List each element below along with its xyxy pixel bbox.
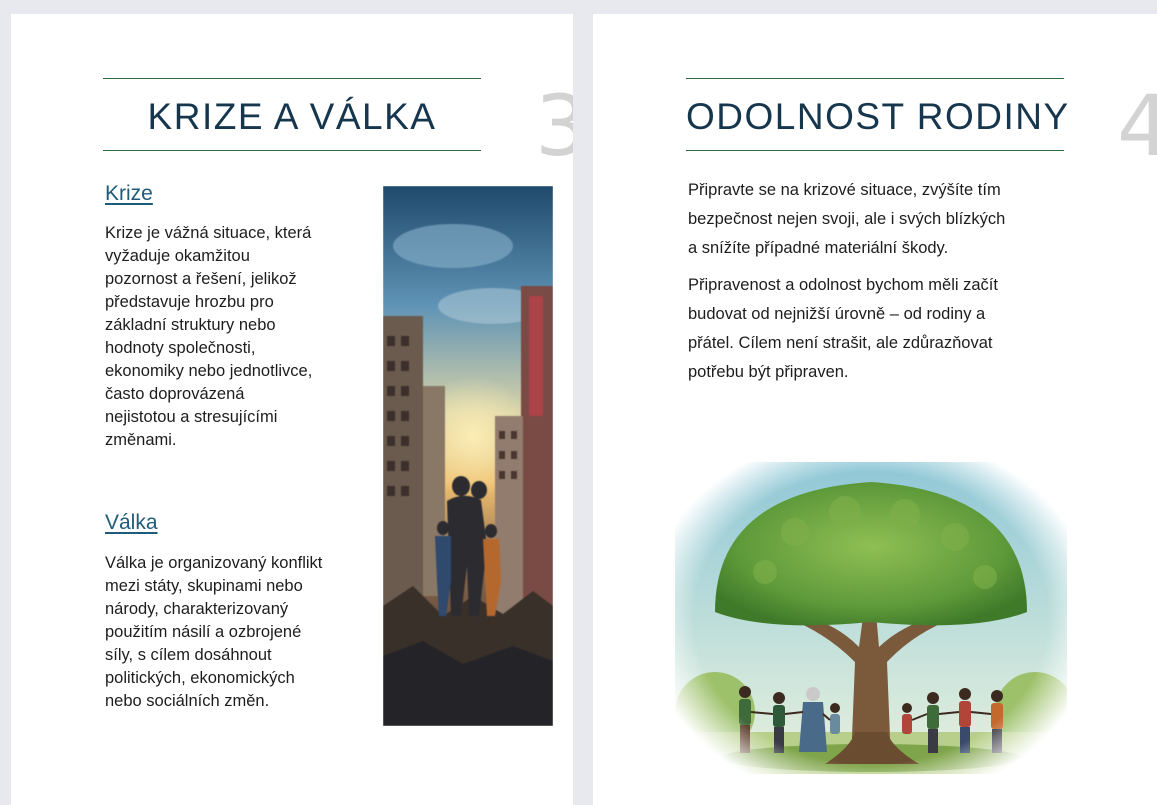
section-body-krize: Krize je vážná situace, která vyžaduje o… bbox=[105, 222, 375, 452]
page-title: ODOLNOST RODINY bbox=[686, 96, 1070, 137]
text-line: představuje hrozbu pro bbox=[105, 293, 274, 311]
text-line: přátel. Cílem není strašit, ale zdůrazňo… bbox=[688, 334, 993, 352]
war-ruins-image bbox=[383, 186, 553, 726]
text-line: použitím násilí a ozbrojené bbox=[105, 623, 302, 641]
text-line: často doprovázená bbox=[105, 385, 245, 403]
text-line: změnami. bbox=[105, 431, 177, 449]
text-line: nebo sociálních změn. bbox=[105, 692, 270, 710]
text-line: základní struktury nebo bbox=[105, 316, 276, 334]
paragraph: Připravte se na krizové situace, zvýšíte… bbox=[688, 176, 1078, 263]
text-line: národy, charakterizovaný bbox=[105, 600, 289, 618]
text-line: Krize je vážná situace, která bbox=[105, 224, 312, 242]
paragraph: Připravenost a odolnost bychom měli začí… bbox=[688, 271, 1078, 387]
title-top-rule bbox=[686, 78, 1064, 79]
text-line: Válka je organizovaný konflikt bbox=[105, 554, 323, 572]
text-line: ekonomiky nebo jednotlivce, bbox=[105, 362, 313, 380]
title-bottom-rule bbox=[103, 150, 481, 151]
section-heading-krize: Krize bbox=[105, 182, 153, 205]
text-line: nejistotou a stresujícími bbox=[105, 408, 278, 426]
text-line: budovat od nejnižší úrovně – od rodiny a bbox=[688, 305, 986, 323]
intro-text: Připravte se na krizové situace, zvýšíte… bbox=[688, 176, 1078, 395]
page-title: KRIZE A VÁLKA bbox=[147, 96, 437, 137]
text-line: síly, s cílem dosáhnout bbox=[105, 646, 272, 664]
text-line: potřebu být připraven. bbox=[688, 363, 849, 381]
text-line: vyžaduje okamžitou bbox=[105, 247, 250, 265]
page-4: ODOLNOST RODINY 4 Připravte se na krizov… bbox=[593, 14, 1157, 805]
section-heading-valka: Válka bbox=[105, 511, 158, 534]
text-line: a snížíte případné materiální škody. bbox=[688, 239, 949, 257]
title-top-rule bbox=[103, 78, 481, 79]
family-tree-image bbox=[675, 462, 1067, 774]
title-bottom-rule bbox=[686, 150, 1064, 151]
page-3: KRIZE A VÁLKA 3 Krize Krize je vážná sit… bbox=[11, 14, 573, 805]
text-line: mezi státy, skupinami nebo bbox=[105, 577, 303, 595]
text-line: Připravte se na krizové situace, zvýšíte… bbox=[688, 181, 1001, 199]
page-number: 4 bbox=[1117, 77, 1157, 175]
text-line: hodnoty společnosti, bbox=[105, 339, 256, 357]
text-line: pozornost a řešení, jelikož bbox=[105, 270, 297, 288]
page-number: 3 bbox=[535, 77, 573, 175]
section-body-valka: Válka je organizovaný konflikt mezi stát… bbox=[105, 552, 375, 713]
text-line: Připravenost a odolnost bychom měli začí… bbox=[688, 276, 998, 294]
text-line: bezpečnost nejen svoji, ale i svých blíz… bbox=[688, 210, 1006, 228]
text-line: politických, ekonomických bbox=[105, 669, 295, 687]
